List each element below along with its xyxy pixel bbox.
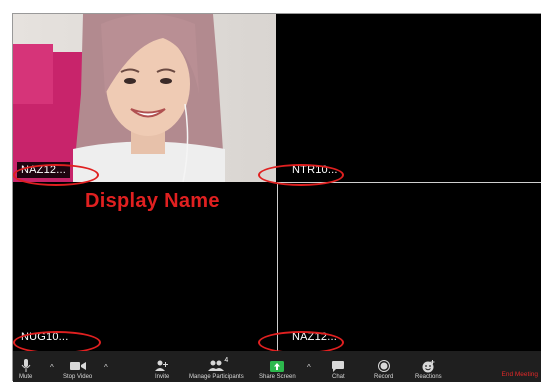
caret-up-icon[interactable]: ^ xyxy=(50,363,54,372)
video-tile-1[interactable]: NAZ12... xyxy=(13,14,276,182)
record-button[interactable]: Record xyxy=(374,359,393,380)
invite-label: Invite xyxy=(155,374,170,380)
tile-divider xyxy=(277,182,278,351)
stop-video-button[interactable]: Stop Video xyxy=(63,359,92,380)
caret-up-icon[interactable]: ^ xyxy=(307,363,311,372)
end-meeting-button[interactable]: End Meeting xyxy=(502,371,539,378)
tile-divider xyxy=(278,182,541,183)
invite-button[interactable]: Invite xyxy=(155,359,169,380)
meeting-toolbar: Mute ^ Stop Video ^ Invite 4 Manage Part… xyxy=(13,351,541,382)
participant-name-tag: NAZ12... xyxy=(17,162,71,178)
reactions-label: Reactions xyxy=(415,374,442,380)
chat-button[interactable]: Chat xyxy=(332,359,345,380)
record-label: Record xyxy=(374,374,394,380)
share-screen-label: Share Screen xyxy=(259,374,296,380)
reactions-icon xyxy=(422,359,435,373)
share-screen-icon xyxy=(270,359,285,373)
mute-button[interactable]: Mute xyxy=(19,359,32,380)
manage-participants-label: Manage Participants xyxy=(189,374,244,380)
record-icon xyxy=(377,359,390,373)
add-person-icon xyxy=(155,359,169,373)
meeting-window: NAZ12... NTR10... NUG10... NAZ12... Disp… xyxy=(12,13,541,382)
video-tile-4[interactable]: NAZ12... xyxy=(278,184,541,351)
video-camera-icon xyxy=(69,359,86,373)
microphone-icon xyxy=(21,359,31,373)
participant-video xyxy=(13,14,276,182)
display-name-annotation: Display Name xyxy=(85,190,220,212)
participant-name-tag: NAZ12... xyxy=(288,329,342,345)
reactions-button[interactable]: Reactions xyxy=(415,359,442,380)
chat-icon xyxy=(332,359,345,373)
caret-up-icon[interactable]: ^ xyxy=(104,363,108,372)
video-tile-2[interactable]: NTR10... xyxy=(278,14,541,182)
manage-participants-button[interactable]: 4 Manage Participants xyxy=(189,357,244,380)
participant-name-tag: NUG10... xyxy=(17,329,73,345)
mute-label: Mute xyxy=(19,374,33,380)
participants-icon: 4 xyxy=(208,357,228,373)
participant-name-tag: NTR10... xyxy=(288,162,342,178)
stop-video-label: Stop Video xyxy=(63,374,93,380)
participants-count: 4 xyxy=(224,357,229,364)
chat-label: Chat xyxy=(332,374,345,380)
share-screen-button[interactable]: Share Screen xyxy=(259,359,296,380)
